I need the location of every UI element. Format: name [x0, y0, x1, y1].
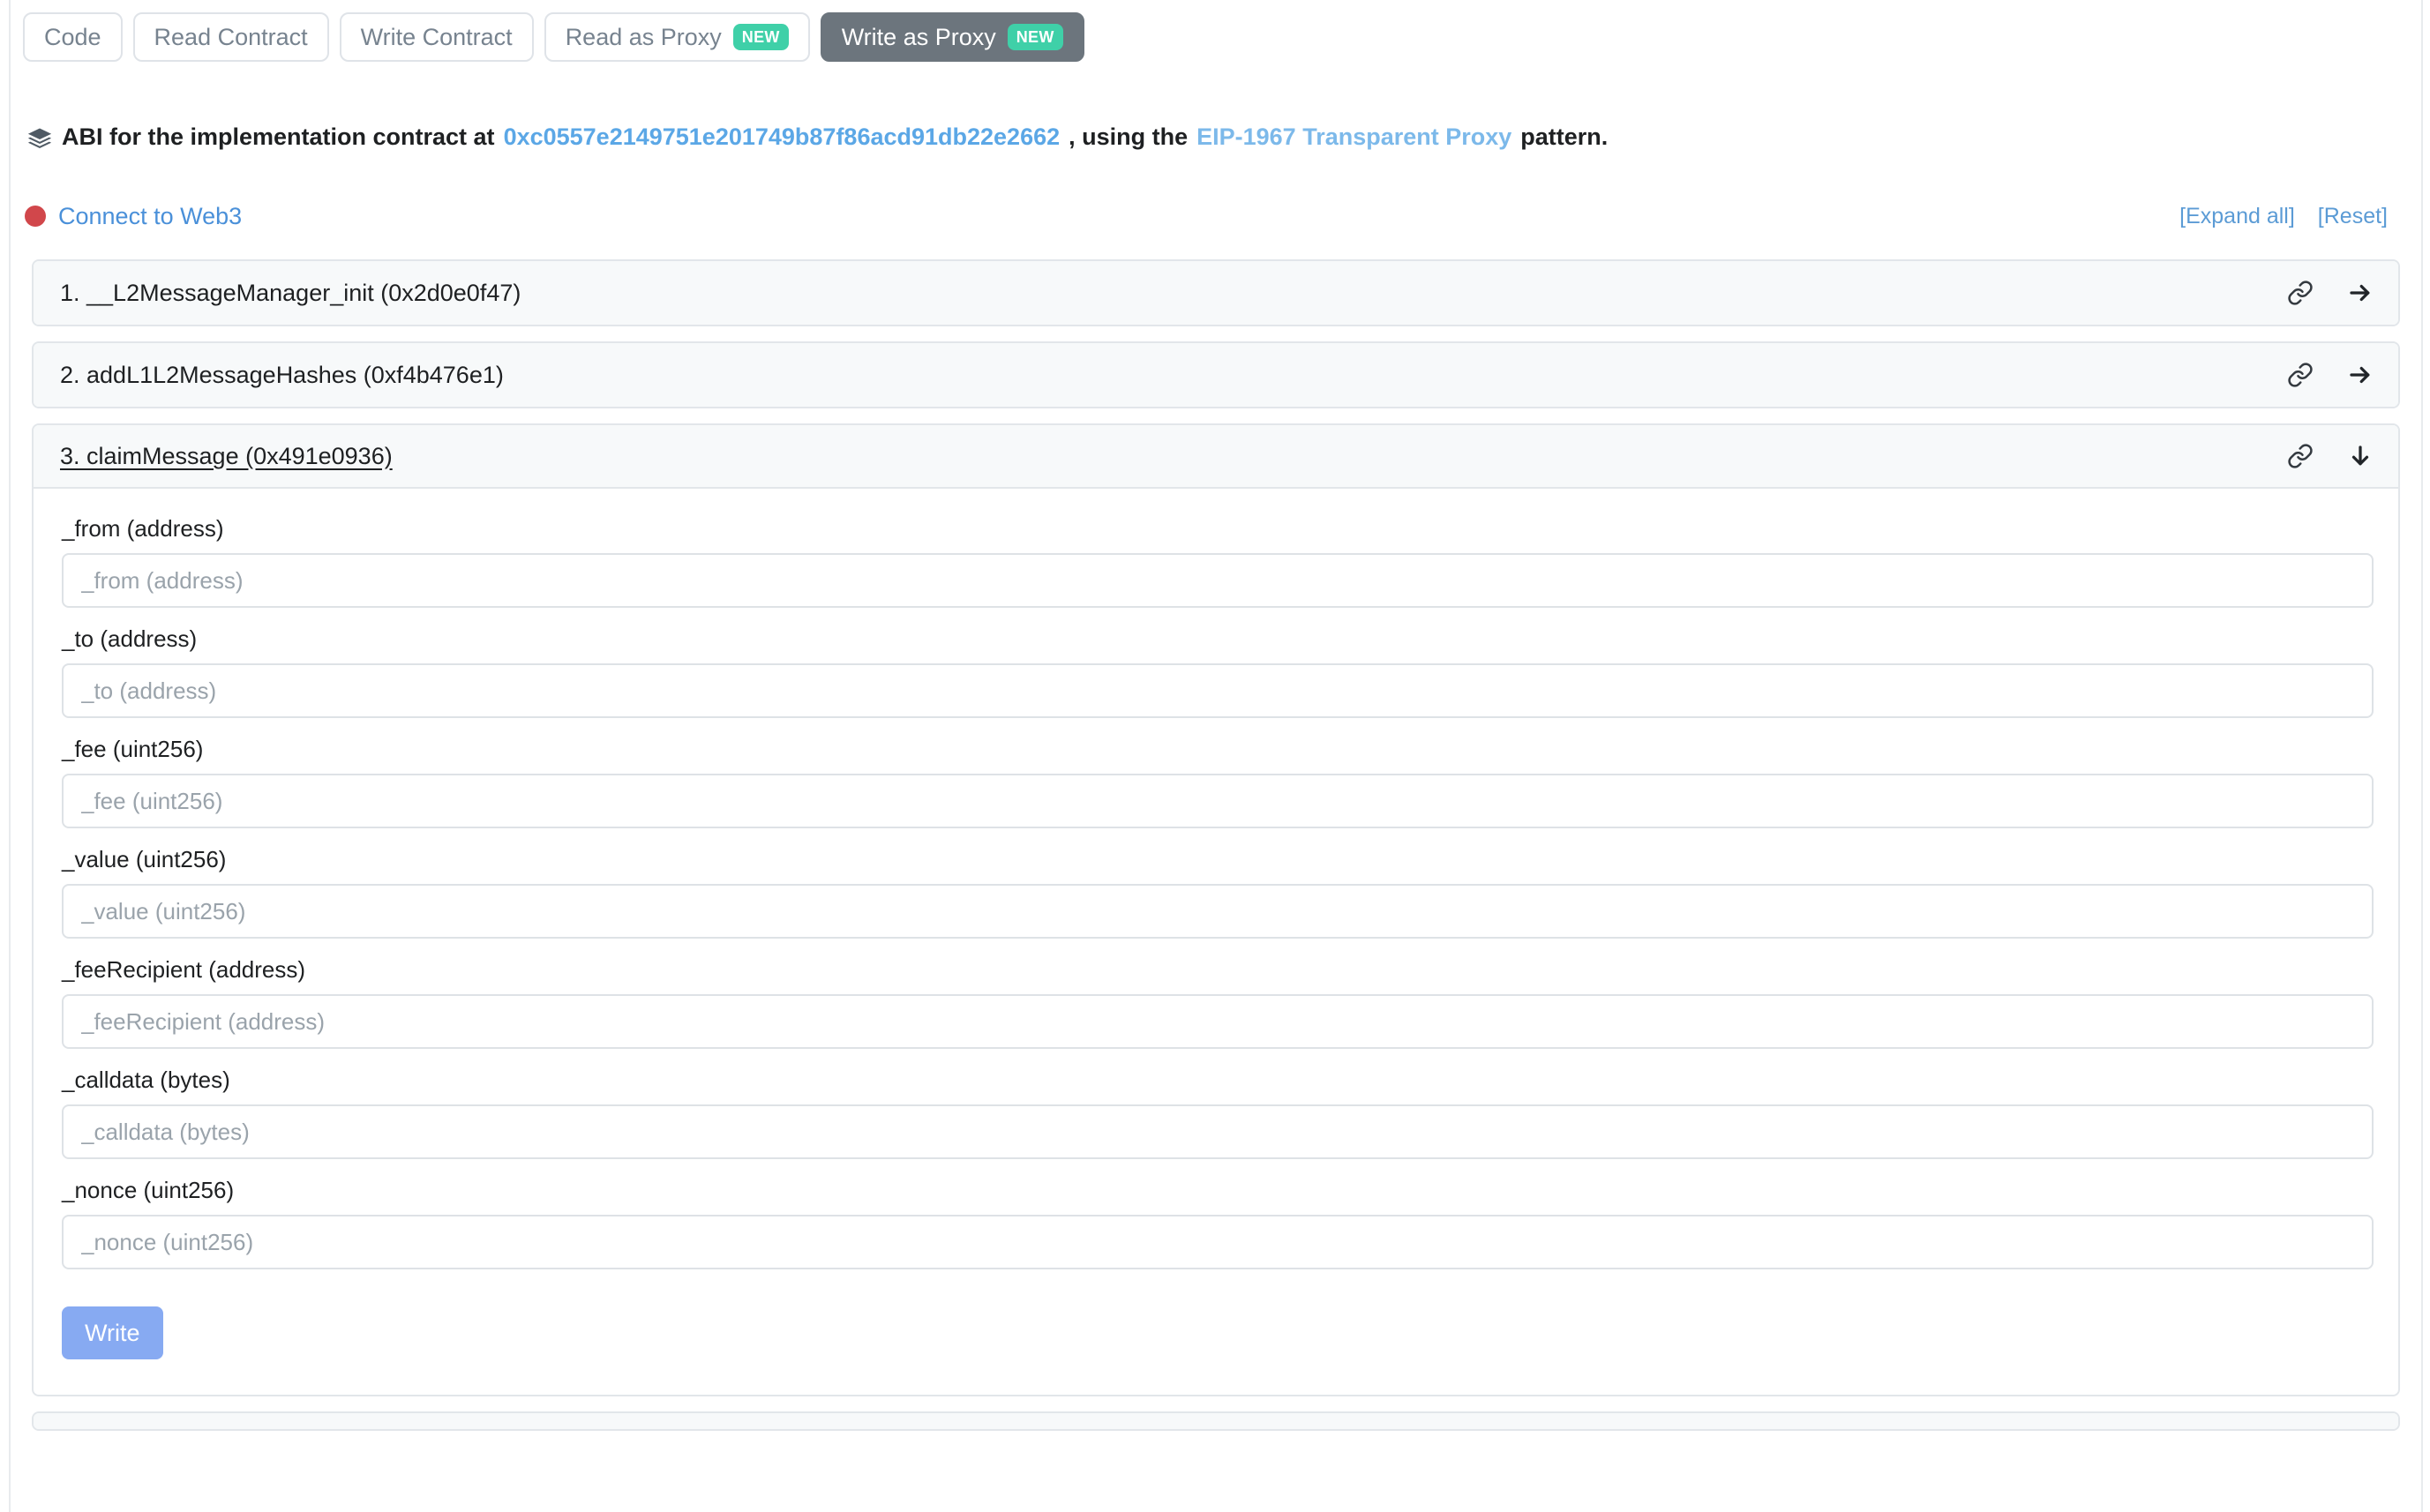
- tab-label: Read as Proxy: [565, 23, 722, 50]
- field-label: _fee (uint256): [62, 736, 204, 762]
- tab-write-contract[interactable]: Write Contract: [339, 12, 534, 62]
- field-label: _value (uint256): [62, 846, 227, 872]
- function-header[interactable]: [34, 1413, 2398, 1429]
- function-header-icons: [2285, 441, 2375, 471]
- field-input[interactable]: [62, 1215, 2374, 1269]
- abi-implementation-notice: ABI for the implementation contract at 0…: [26, 124, 1608, 151]
- function-card: 1. __L2MessageManager_init (0x2d0e0f47): [32, 259, 2400, 326]
- field-label: _feeRecipient (address): [62, 956, 306, 983]
- function-form: _from (address) _to (address) _fee (uint25…: [34, 489, 2398, 1395]
- function-title: 3. claimMessage (0x491e0936): [60, 442, 393, 469]
- field-input[interactable]: [62, 884, 2374, 939]
- connect-web3-control[interactable]: Connect to Web3: [25, 203, 242, 230]
- layers-icon: [26, 126, 53, 153]
- tab-label: Write Contract: [360, 23, 513, 50]
- arrow-right-icon[interactable]: [2345, 360, 2375, 390]
- function-card: 3. claimMessage (0x491e0936) _from (addre…: [32, 423, 2400, 1396]
- field-input[interactable]: [62, 774, 2374, 828]
- tab-read-contract[interactable]: Read Contract: [132, 12, 329, 62]
- form-field: _from (address): [62, 515, 2374, 608]
- form-field: _value (uint256): [62, 846, 2374, 939]
- web3-connect-row: Connect to Web3 [Expand all] [Reset]: [25, 196, 2405, 236]
- list-controls: [Expand all] [Reset]: [2179, 204, 2405, 229]
- arrow-right-icon[interactable]: [2345, 278, 2375, 308]
- connect-to-web3-link[interactable]: Connect to Web3: [58, 203, 242, 230]
- function-card-partial[interactable]: [32, 1411, 2400, 1431]
- reset-link[interactable]: [Reset]: [2318, 204, 2388, 229]
- function-header-icons: [2285, 360, 2375, 390]
- function-title: 2. addL1L2MessageHashes (0xf4b476e1): [60, 361, 504, 388]
- link-icon[interactable]: [2285, 441, 2315, 471]
- connection-status-dot: [25, 206, 46, 227]
- eip-1967-pattern-link[interactable]: EIP-1967 Transparent Proxy: [1196, 124, 1511, 151]
- link-icon[interactable]: [2285, 360, 2315, 390]
- tab-read-as-proxy[interactable]: Read as Proxy NEW: [544, 12, 810, 62]
- contract-function-list: 1. __L2MessageManager_init (0x2d0e0f47) 2…: [32, 259, 2400, 1446]
- form-field: _fee (uint256): [62, 736, 2374, 828]
- right-border-rule: [2421, 0, 2423, 1512]
- expand-all-link[interactable]: [Expand all]: [2179, 204, 2295, 229]
- tab-label: Code: [44, 23, 101, 50]
- abi-notice-suffix: pattern.: [1520, 124, 1609, 150]
- new-badge: NEW: [732, 24, 789, 50]
- left-border-rule: [9, 0, 11, 1512]
- contract-tab-bar: Code Read Contract Write Contract Read as P…: [23, 12, 1084, 62]
- tab-label: Write as Proxy: [841, 23, 996, 50]
- tab-write-as-proxy[interactable]: Write as Proxy NEW: [820, 12, 1084, 62]
- implementation-address-link[interactable]: 0xc0557e2149751e201749b87f86acd91db22e26…: [504, 124, 1061, 151]
- field-input[interactable]: [62, 1104, 2374, 1159]
- abi-notice-middle: , using the: [1069, 124, 1189, 150]
- field-label: _to (address): [62, 625, 198, 652]
- new-badge: NEW: [1007, 24, 1063, 50]
- field-label: _from (address): [62, 515, 224, 542]
- abi-notice-prefix: ABI for the implementation contract at: [62, 124, 495, 150]
- field-input[interactable]: [62, 663, 2374, 718]
- function-header-icons: [2285, 278, 2375, 308]
- function-title: 1. __L2MessageManager_init (0x2d0e0f47): [60, 279, 521, 306]
- page-frame: Code Read Contract Write Contract Read as P…: [0, 0, 2430, 1512]
- function-header[interactable]: 1. __L2MessageManager_init (0x2d0e0f47): [34, 261, 2398, 325]
- form-field: _calldata (bytes): [62, 1067, 2374, 1159]
- link-icon[interactable]: [2285, 278, 2315, 308]
- field-label: _calldata (bytes): [62, 1067, 230, 1093]
- field-input[interactable]: [62, 994, 2374, 1049]
- function-header[interactable]: 3. claimMessage (0x491e0936): [34, 425, 2398, 489]
- form-field: _nonce (uint256): [62, 1177, 2374, 1269]
- function-card: 2. addL1L2MessageHashes (0xf4b476e1): [32, 341, 2400, 408]
- form-field: _to (address): [62, 625, 2374, 718]
- tab-code[interactable]: Code: [23, 12, 123, 62]
- field-label: _nonce (uint256): [62, 1177, 235, 1203]
- form-field: _feeRecipient (address): [62, 956, 2374, 1049]
- tab-label: Read Contract: [154, 23, 308, 50]
- function-header[interactable]: 2. addL1L2MessageHashes (0xf4b476e1): [34, 343, 2398, 407]
- field-input[interactable]: [62, 553, 2374, 608]
- arrow-down-icon[interactable]: [2345, 441, 2375, 471]
- write-button[interactable]: Write: [62, 1306, 163, 1359]
